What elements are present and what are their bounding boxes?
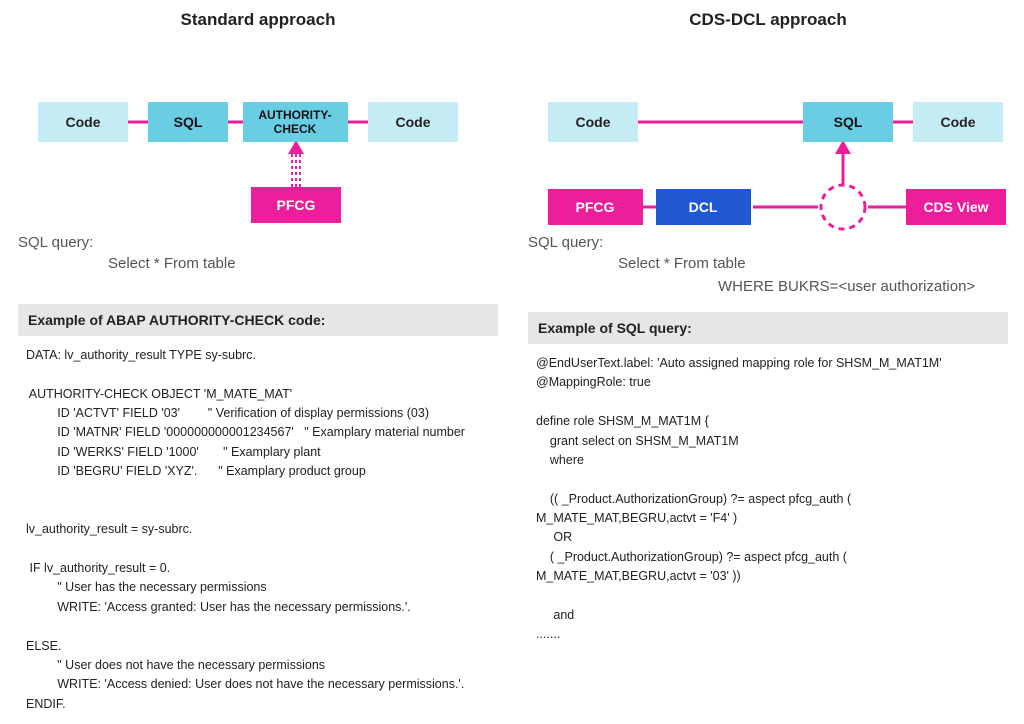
abap-code: DATA: lv_authority_result TYPE sy-subrc.…: [18, 336, 498, 714]
box-sql: SQL: [148, 102, 228, 142]
box-pfcg-r: PFCG: [548, 189, 643, 225]
cds-diagram: Code SQL Code PFCG DCL: [528, 42, 1008, 232]
box-authority-check: AUTHORITY- CHECK: [243, 102, 348, 142]
box-code-left: Code: [38, 102, 128, 142]
standard-title: Standard approach: [18, 10, 498, 30]
svg-text:CHECK: CHECK: [274, 122, 317, 136]
sql-query-right-line1: Select * From table: [618, 255, 746, 272]
sql-query-right: Select * From table WHERE BUKRS=<user au…: [528, 253, 1008, 298]
example-head-right: Example of SQL query:: [528, 312, 1008, 344]
sql-query-left-line1: Select * From table: [108, 255, 236, 272]
svg-text:Code: Code: [396, 114, 431, 130]
svg-text:Code: Code: [576, 114, 611, 130]
svg-text:AUTHORITY-: AUTHORITY-: [258, 108, 331, 122]
standard-approach-column: Standard approach Code: [18, 10, 498, 714]
cds-dcl-approach-column: CDS-DCL approach Code: [528, 10, 1008, 714]
box-code-left-r: Code: [548, 102, 638, 142]
dashed-join-icon: [821, 185, 865, 229]
svg-text:Code: Code: [66, 114, 101, 130]
standard-diagram: Code SQL AUTHORITY- CHECK Code: [18, 42, 498, 232]
sql-label-left: SQL query:: [18, 234, 498, 251]
sql-query-right-line2: WHERE BUKRS=<user authorization>: [618, 276, 1008, 299]
example-head-left: Example of ABAP AUTHORITY-CHECK code:: [18, 304, 498, 336]
svg-text:Code: Code: [941, 114, 976, 130]
box-code-right: Code: [368, 102, 458, 142]
sql-query-left: Select * From table: [18, 253, 498, 276]
cds-title: CDS-DCL approach: [528, 10, 1008, 30]
box-dcl: DCL: [656, 189, 751, 225]
svg-text:SQL: SQL: [834, 114, 863, 130]
dcl-code: @EndUserText.label: 'Auto assigned mappi…: [528, 344, 1008, 645]
box-cds-view: CDS View: [906, 189, 1006, 225]
box-pfcg: PFCG: [251, 187, 341, 223]
sql-label-right: SQL query:: [528, 234, 1008, 251]
svg-text:CDS View: CDS View: [923, 199, 988, 215]
svg-text:SQL: SQL: [174, 114, 203, 130]
box-sql-r: SQL: [803, 102, 893, 142]
svg-text:PFCG: PFCG: [576, 199, 615, 215]
svg-text:PFCG: PFCG: [277, 197, 316, 213]
box-code-right-r: Code: [913, 102, 1003, 142]
svg-text:DCL: DCL: [689, 199, 718, 215]
